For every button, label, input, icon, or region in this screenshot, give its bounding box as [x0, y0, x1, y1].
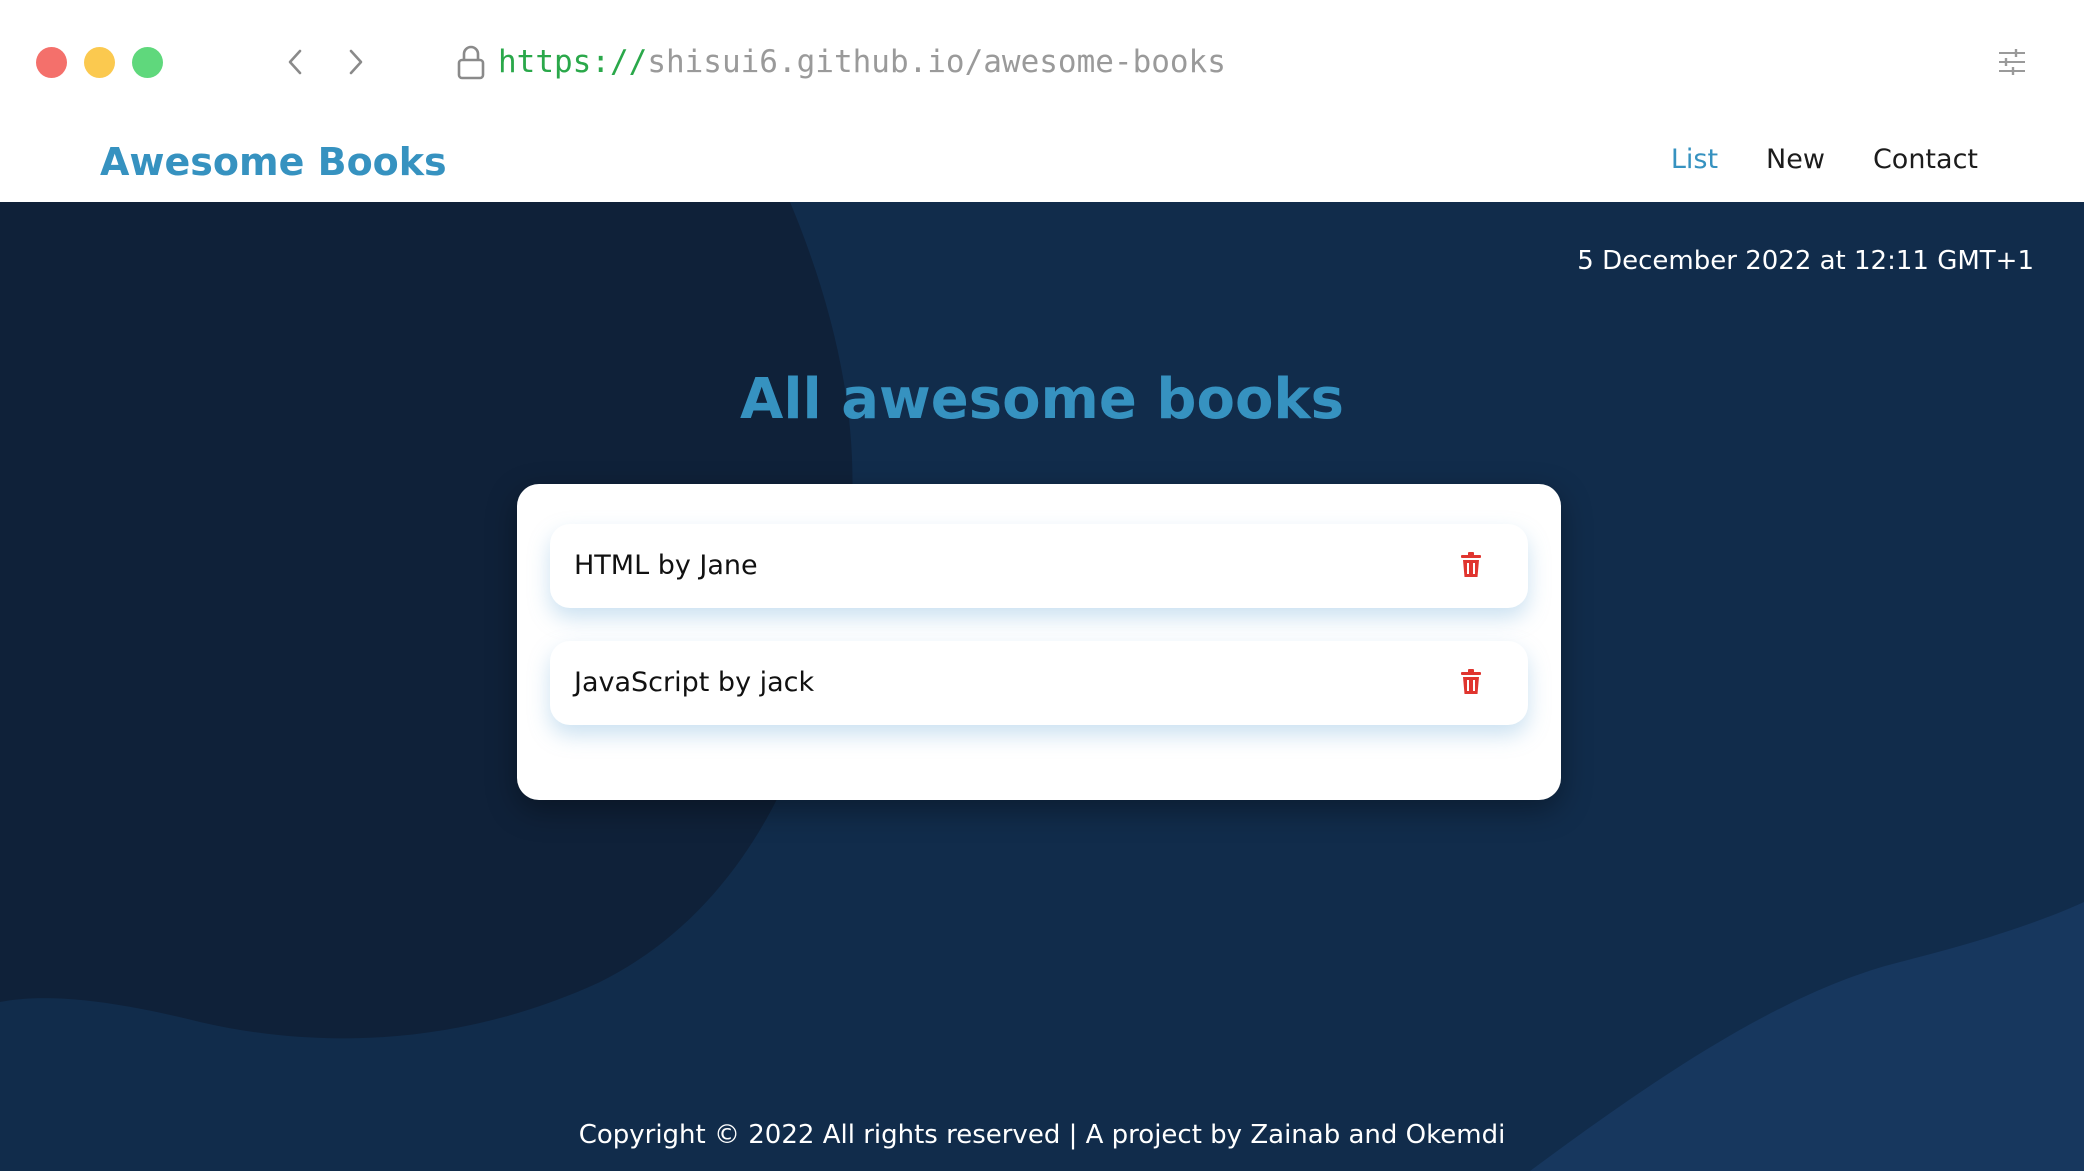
sliders-icon[interactable]: [1996, 48, 2028, 76]
brand-logo[interactable]: Awesome Books: [100, 134, 447, 190]
book-list: HTML by Jane JavaScript by jack: [517, 484, 1561, 800]
minimize-window-button[interactable]: [84, 47, 115, 78]
nav-link-list[interactable]: List: [1671, 140, 1718, 180]
browser-toolbar: https://shisui6.github.io/awesome-books: [0, 0, 2084, 124]
book-title: JavaScript by jack: [574, 667, 815, 698]
delete-button[interactable]: [1460, 552, 1482, 578]
current-date: 5 December 2022 at 12:11 GMT+1: [1577, 246, 2034, 276]
nav-link-contact[interactable]: Contact: [1873, 140, 1978, 180]
address-bar[interactable]: https://shisui6.github.io/awesome-books: [498, 40, 1226, 84]
book-item: HTML by Jane: [550, 524, 1528, 608]
close-window-button[interactable]: [36, 47, 67, 78]
main-section: 5 December 2022 at 12:11 GMT+1 All aweso…: [0, 202, 2084, 1171]
trash-icon: [1461, 669, 1481, 694]
book-title: HTML by Jane: [574, 550, 758, 581]
maximize-window-button[interactable]: [132, 47, 163, 78]
url-path: shisui6.github.io/awesome-books: [647, 44, 1226, 80]
footer-copyright: Copyright © 2022 All rights reserved | A…: [578, 1120, 1506, 1150]
delete-button[interactable]: [1460, 669, 1482, 695]
chevron-right-icon[interactable]: [339, 45, 373, 79]
chevron-left-icon[interactable]: [278, 45, 312, 79]
page-title: All awesome books: [740, 367, 1344, 432]
book-item: JavaScript by jack: [550, 641, 1528, 725]
url-scheme: https://: [498, 44, 648, 80]
browser-window: https://shisui6.github.io/awesome-books …: [0, 0, 2084, 1171]
nav-link-new[interactable]: New: [1766, 140, 1825, 180]
main-nav: List New Contact: [1671, 140, 1978, 180]
site-header: Awesome Books List New Contact: [0, 124, 2084, 202]
trash-icon: [1461, 552, 1481, 577]
lock-icon: [456, 44, 486, 80]
